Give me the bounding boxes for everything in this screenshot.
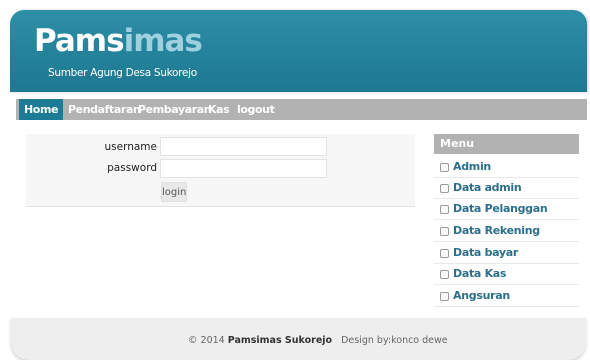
nav-logout[interactable]: logout	[237, 99, 275, 120]
nav-kas[interactable]: Kas	[208, 99, 230, 120]
checkbox-bullet-icon	[440, 184, 449, 193]
checkbox-bullet-icon	[440, 163, 449, 172]
menu-item-label: Data Rekening	[453, 224, 540, 237]
checkbox-bullet-icon	[440, 292, 449, 301]
login-button[interactable]: login	[161, 182, 187, 202]
menu-item-label: Data Pelanggan	[453, 202, 548, 215]
logo-part-pams: Pams	[34, 23, 125, 59]
password-input[interactable]	[160, 159, 327, 178]
menu-item-angsuran[interactable]: Angsuran	[434, 286, 579, 307]
menu-item-data-rekening[interactable]: Data Rekening	[434, 221, 579, 242]
menu-item-data-bayar[interactable]: Data bayar	[434, 243, 579, 264]
footer-credit: Design by:konco dewe	[341, 335, 448, 346]
checkbox-bullet-icon	[440, 270, 449, 279]
menu-item-label: Data admin	[453, 181, 522, 194]
site-header: Pamsimas Sumber Agung Desa Sukorejo	[10, 10, 587, 92]
checkbox-bullet-icon	[440, 205, 449, 214]
nav-pendaftaran[interactable]: Pendaftaran	[68, 99, 141, 120]
checkbox-bullet-icon	[440, 227, 449, 236]
footer-text: © 2014 Pamsimas Sukorejo Design by:konco…	[188, 335, 448, 346]
footer-org: Pamsimas Sukorejo	[227, 335, 333, 346]
site-tagline: Sumber Agung Desa Sukorejo	[48, 67, 197, 79]
menu-title: Menu	[434, 134, 579, 154]
nav-home[interactable]: Home	[19, 99, 64, 120]
site-logo[interactable]: Pamsimas	[34, 23, 203, 59]
menu-item-data-kas[interactable]: Data Kas	[434, 264, 579, 285]
username-input[interactable]	[160, 137, 327, 156]
logo-part-imas: imas	[123, 23, 203, 59]
main-nav: Home Pendaftaran Pembayaran Kas logout	[16, 99, 587, 120]
username-label: username	[104, 141, 158, 153]
menu-item-data-admin[interactable]: Data admin	[434, 178, 579, 199]
footer-copyright: © 2014	[188, 335, 225, 346]
menu-item-admin[interactable]: Admin	[434, 157, 579, 178]
menu-item-label: Angsuran	[453, 289, 510, 302]
menu-item-label: Admin	[453, 160, 491, 173]
menu-item-data-pelanggan[interactable]: Data Pelanggan	[434, 199, 579, 220]
password-label: password	[107, 162, 157, 174]
menu-item-label: Data bayar	[453, 246, 519, 259]
menu-item-label: Data Kas	[453, 267, 507, 280]
checkbox-bullet-icon	[440, 249, 449, 258]
nav-pembayaran[interactable]: Pembayaran	[138, 99, 212, 120]
